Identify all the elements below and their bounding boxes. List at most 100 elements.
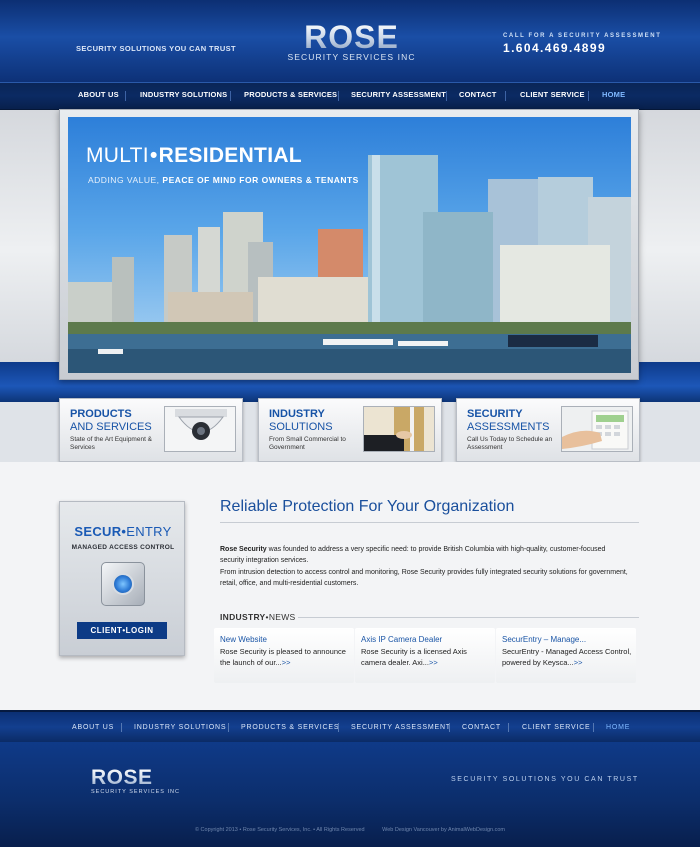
nav-client-service[interactable]: CLIENT SERVICE [520, 90, 585, 99]
phone-box: CALL FOR A SECURITY ASSESSMENT 1.604.469… [503, 33, 661, 55]
lock-icon [101, 562, 145, 606]
footer-nav-about-us[interactable]: ABOUT US [72, 724, 114, 731]
hero-title-bold: RESIDENTIAL [158, 144, 302, 167]
hero-subtitle-light: ADDING VALUE, [88, 175, 160, 185]
copyright-line: © Copyright 2013 • Rose Security Service… [0, 827, 700, 833]
site-header: SECURITY SOLUTIONS YOU CAN TRUST ROSE SE… [0, 0, 700, 82]
call-label: CALL FOR A SECURITY ASSESSMENT [503, 33, 662, 39]
footer-nav: ABOUT US INDUSTRY SOLUTIONS PRODUCTS & S… [0, 710, 700, 742]
client-login-label-a: CLIENT [90, 626, 123, 635]
hero-subtitle-bold: PEACE OF MIND FOR OWNERS & TENANTS [162, 175, 359, 185]
lock-dial [112, 573, 134, 595]
site-footer: ROSE SECURITY SERVICES INC SECURITY SOLU… [0, 742, 700, 847]
news-excerpt: Rose Security is a licensed Axis camera … [361, 646, 493, 668]
logo-wordmark: ROSE [284, 21, 419, 53]
footer-nav-separator [593, 723, 594, 732]
news-title-link[interactable]: SecurEntry – Manage... [502, 635, 634, 644]
footer-logo-wordmark: ROSE [91, 767, 184, 788]
hero-banner[interactable]: MULTI•RESIDENTIAL ADDING VALUE, PEACE OF… [68, 117, 631, 373]
nav-about-us[interactable]: ABOUT US [78, 90, 119, 99]
footer-nav-contact[interactable]: CONTACT [462, 724, 501, 731]
nav-home[interactable]: HOME [602, 90, 625, 99]
news-title-link[interactable]: New Website [220, 635, 352, 644]
news-heading-b: NEWS [268, 612, 296, 622]
news-item: Axis IP Camera Dealer Rose Security is a… [361, 628, 493, 683]
feature-subheading: ASSESSMENTS [467, 421, 550, 433]
feature-security-assessments[interactable]: SECURITY ASSESSMENTS Call Us Today to Sc… [456, 398, 640, 462]
feature-heading: PRODUCTS [70, 408, 132, 420]
footer-nav-home[interactable]: HOME [606, 724, 630, 731]
feature-products-services[interactable]: PRODUCTS AND SERVICES State of the Art E… [59, 398, 243, 462]
news-item: SecurEntry – Manage... SecurEntry - Mana… [502, 628, 634, 683]
logo-subtitle: SECURITY SERVICES INC [287, 52, 416, 62]
copyright-text: © Copyright 2013 • Rose Security Service… [194, 827, 365, 833]
securentry-title-bold: SECUR [74, 524, 122, 539]
news-item: New Website Rose Security is pleased to … [220, 628, 352, 683]
footer-tagline: SECURITY SOLUTIONS YOU CAN TRUST [451, 776, 639, 783]
nav-separator [446, 91, 447, 101]
securentry-title-light: ENTRY [126, 524, 172, 539]
nav-separator [505, 91, 506, 101]
site-logo[interactable]: ROSE SECURITY SERVICES INC [284, 21, 419, 62]
feature-subheading: SOLUTIONS [269, 421, 333, 433]
client-login-button[interactable]: CLIENT•LOGIN [77, 622, 167, 639]
feature-heading: SECURITY [467, 408, 523, 420]
hero-title: MULTI•RESIDENTIAL [86, 144, 302, 168]
footer-nav-separator [338, 723, 339, 732]
feature-description: Call Us Today to Schedule an Assessment [467, 436, 553, 451]
securentry-box: SECUR•ENTRY MANAGED ACCESS CONTROL CLIEN… [59, 501, 185, 656]
services-paragraph: From intrusion detection to access contr… [220, 569, 628, 587]
header-tagline: SECURITY SOLUTIONS YOU CAN TRUST [76, 44, 237, 53]
footer-nav-products-services[interactable]: PRODUCTS & SERVICES [241, 724, 339, 731]
title-divider [220, 522, 639, 523]
industry-news-heading: INDUSTRY•NEWS [220, 612, 296, 622]
feature-subheading: AND SERVICES [70, 421, 152, 433]
nav-separator [125, 91, 126, 101]
nav-separator [338, 91, 339, 101]
footer-nav-client-service[interactable]: CLIENT SERVICE [522, 724, 591, 731]
securentry-title: SECUR•ENTRY [60, 524, 186, 539]
news-excerpt: SecurEntry - Managed Access Control, pow… [502, 646, 634, 668]
securentry-subtitle: MANAGED ACCESS CONTROL [71, 544, 175, 551]
footer-nav-separator [228, 723, 229, 732]
phone-number[interactable]: 1.604.469.4899 [503, 41, 661, 55]
nav-security-assessment[interactable]: SECURITY ASSESSMENT [351, 90, 446, 99]
footer-nav-separator [121, 723, 122, 732]
feature-description: From Small Commercial to Government [269, 436, 346, 451]
footer-logo-subtitle: SECURITY SERVICES INC [91, 789, 180, 795]
footer-nav-separator [508, 723, 509, 732]
news-more-link[interactable]: >> [429, 658, 438, 667]
news-title-link[interactable]: Axis IP Camera Dealer [361, 635, 493, 644]
footer-nav-security-assessment[interactable]: SECURITY ASSESSMENT [351, 724, 451, 731]
nav-separator [588, 91, 589, 101]
intro-text: was founded to address a very specific n… [220, 546, 606, 564]
feature-heading: INDUSTRY [269, 408, 325, 420]
footer-nav-industry-solutions[interactable]: INDUSTRY SOLUTIONS [134, 724, 226, 731]
client-login-label-b: LOGIN [125, 626, 154, 635]
hero-title-light: MULTI [86, 144, 149, 167]
intro-paragraph: Rose Security was founded to address a v… [220, 544, 630, 566]
footer-logo[interactable]: ROSE SECURITY SERVICES INC [91, 767, 184, 795]
news-excerpt: Rose Security is pleased to announce the… [220, 646, 352, 668]
nav-industry-solutions[interactable]: INDUSTRY SOLUTIONS [140, 90, 227, 99]
news-heading-a: INDUSTRY [220, 612, 266, 622]
news-excerpt-text: SecurEntry - Managed Access Control, pow… [502, 647, 632, 667]
nav-separator [230, 91, 231, 101]
news-more-link[interactable]: >> [282, 658, 291, 667]
news-more-link[interactable]: >> [574, 658, 583, 667]
feature-industry-solutions[interactable]: INDUSTRY SOLUTIONS From Small Commercial… [258, 398, 442, 462]
hero-title-dot: • [149, 144, 158, 167]
design-credit-link[interactable]: Web Design Vancouver by AnimalWebDesign.… [382, 827, 505, 833]
intro-company-name: Rose Security [220, 546, 267, 553]
nav-products-services[interactable]: PRODUCTS & SERVICES [244, 90, 337, 99]
page-title: Reliable Protection For Your Organizatio… [220, 498, 515, 515]
news-excerpt-text: Rose Security is a licensed Axis camera … [361, 647, 467, 667]
main-nav: ABOUT US INDUSTRY SOLUTIONS PRODUCTS & S… [0, 82, 700, 110]
footer-nav-separator [449, 723, 450, 732]
nav-contact[interactable]: CONTACT [459, 90, 497, 99]
security-camera-image [164, 406, 236, 452]
news-divider [298, 617, 639, 618]
hero-subtitle: ADDING VALUE, PEACE OF MIND FOR OWNERS &… [88, 175, 359, 185]
feature-description: State of the Art Equipment & Services [70, 436, 153, 451]
handshake-door-image [363, 406, 435, 452]
